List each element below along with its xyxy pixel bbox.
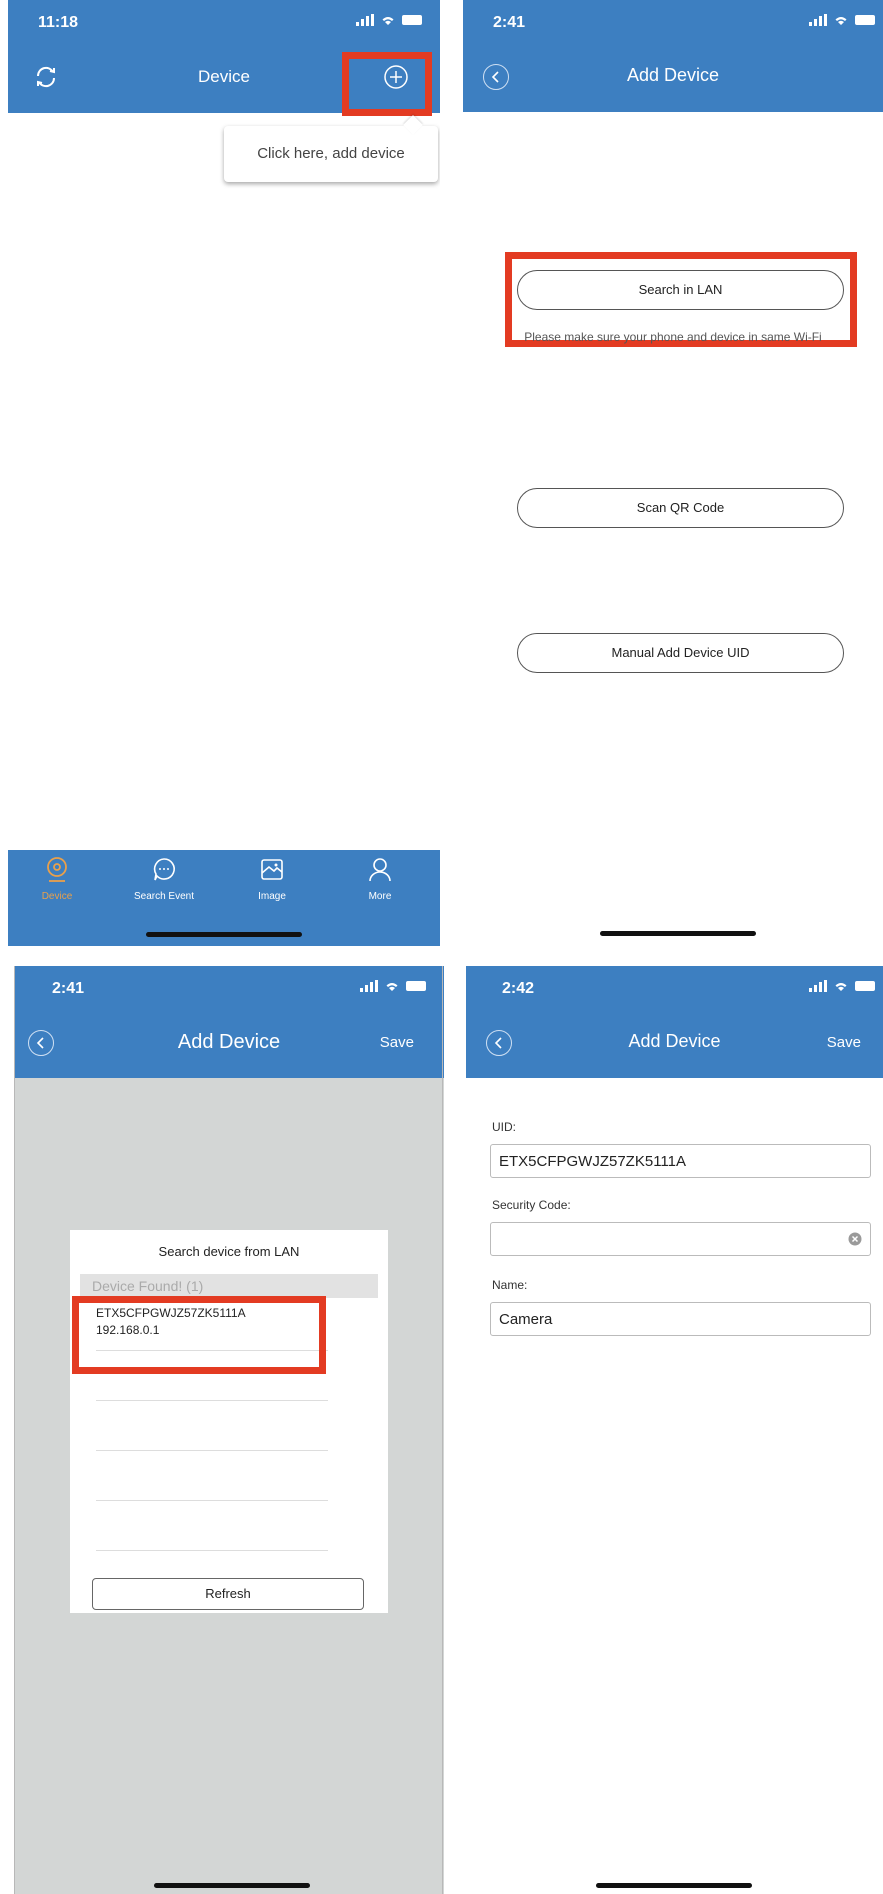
battery-icon <box>406 981 426 991</box>
tab-label-search-event: Search Event <box>133 891 195 902</box>
save-button[interactable]: Save <box>827 1034 861 1051</box>
tab-more[interactable]: More <box>340 856 420 902</box>
signal-icon <box>360 980 378 992</box>
signal-icon <box>356 14 374 26</box>
list-divider <box>96 1550 328 1551</box>
battery-icon <box>855 15 875 25</box>
tab-bar: Device Search Event Image More <box>8 850 440 946</box>
clear-icon[interactable] <box>848 1232 862 1246</box>
list-divider <box>96 1500 328 1501</box>
name-label: Name: <box>492 1278 528 1292</box>
image-icon <box>261 859 283 880</box>
page-title: Add Device <box>626 65 720 85</box>
screen-add-device-options: 2:41 Add Device Search in LAN Please mak… <box>463 0 883 946</box>
list-divider <box>96 1400 328 1401</box>
status-time: 2:41 <box>52 980 85 997</box>
person-icon <box>369 858 391 882</box>
status-icons <box>356 14 422 26</box>
wifi-icon <box>835 17 847 25</box>
tooltip-text: Click here, add device <box>257 145 405 162</box>
search-in-lan-button[interactable]: Search in LAN <box>517 270 844 310</box>
battery-icon <box>855 981 875 991</box>
wifi-icon <box>386 983 398 991</box>
tab-label-more: More <box>368 891 392 902</box>
panel-border <box>442 966 443 1894</box>
home-indicator <box>600 931 756 936</box>
webcam-icon <box>47 857 67 882</box>
nav-bar: Add Device <box>463 40 883 112</box>
home-indicator <box>146 932 302 937</box>
wifi-icon <box>382 17 394 25</box>
page-title: Add Device <box>628 1031 721 1051</box>
uid-label: UID: <box>492 1120 516 1134</box>
status-time: 2:42 <box>502 980 535 997</box>
nav-bar: Add Device Save <box>466 1006 883 1078</box>
security-code-label: Security Code: <box>492 1198 571 1212</box>
security-code-field[interactable] <box>490 1222 871 1256</box>
search-dialog: Search device from LAN Device Found! (1)… <box>70 1230 388 1613</box>
screen-search-lan: 2:41 Add Device Save Search device from … <box>14 966 444 1894</box>
tooltip-arrow <box>403 115 423 135</box>
home-indicator <box>154 1883 310 1888</box>
battery-icon <box>402 15 422 25</box>
panel-border <box>14 966 15 1894</box>
tab-label-device: Device <box>41 891 73 902</box>
status-icons <box>809 980 875 992</box>
screen-add-device-form: 2:42 Add Device Save UID: ETX5CFPGWJZ57Z… <box>466 966 883 1894</box>
save-button[interactable]: Save <box>380 1034 414 1051</box>
screen-device-list: 11:18 Device Click here, add device Devi… <box>8 0 440 946</box>
wifi-hint: Please make sure your phone and device i… <box>524 330 822 344</box>
list-divider <box>96 1450 328 1451</box>
status-time: 11:18 <box>38 14 79 31</box>
signal-icon <box>809 14 827 26</box>
refresh-button[interactable]: Refresh <box>92 1578 364 1610</box>
add-button-highlight <box>342 52 432 116</box>
add-device-tooltip: Click here, add device <box>224 115 438 182</box>
status-icons <box>360 980 426 992</box>
tab-label-image: Image <box>258 891 286 902</box>
home-indicator <box>596 1883 752 1888</box>
status-time: 2:41 <box>493 14 526 31</box>
tab-search-event[interactable]: Search Event <box>124 856 204 902</box>
tab-image[interactable]: Image <box>232 856 312 902</box>
chat-bubble-icon <box>153 858 175 881</box>
nav-bar: Add Device Save <box>14 1006 444 1078</box>
uid-field[interactable]: ETX5CFPGWJZ57ZK5111A <box>490 1144 871 1178</box>
signal-icon <box>809 980 827 992</box>
tab-device[interactable]: Device <box>17 856 97 902</box>
wifi-icon <box>835 983 847 991</box>
manual-add-uid-button[interactable]: Manual Add Device UID <box>517 633 844 673</box>
name-field[interactable]: Camera <box>490 1302 871 1336</box>
status-icons <box>809 14 875 26</box>
device-found-highlight <box>72 1296 326 1374</box>
scan-qr-code-button[interactable]: Scan QR Code <box>517 488 844 528</box>
device-found-header: Device Found! (1) <box>80 1274 378 1298</box>
dialog-title: Search device from LAN <box>158 1244 300 1259</box>
